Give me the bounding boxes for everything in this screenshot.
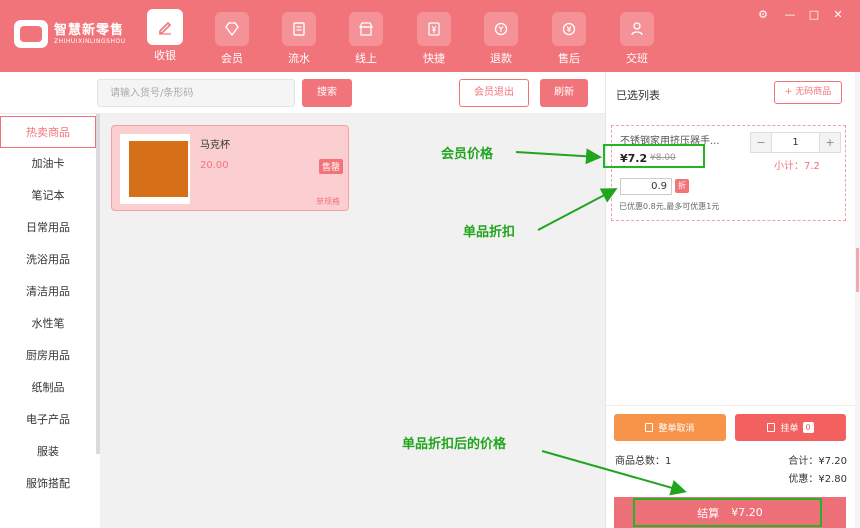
category-item[interactable]: 日常用品	[0, 212, 96, 244]
logo-title: 智慧新零售	[54, 22, 125, 38]
nav-label: 售后	[558, 52, 580, 65]
nav-label: 会员	[221, 52, 243, 65]
nav-label: 收银	[154, 49, 176, 62]
category-item[interactable]: 热卖商品	[0, 116, 96, 148]
discount-note: 已优惠0.8元,最多可优惠1元	[619, 202, 720, 211]
settings-icon[interactable]: ⚙	[755, 8, 771, 21]
search-input[interactable]	[97, 79, 295, 107]
logo-icon	[14, 20, 48, 48]
product-image	[120, 134, 190, 204]
category-sidebar: 热卖商品 加油卡 笔记本 日常用品 洗浴用品 清洁用品 水性笔 厨房用品 纸制品…	[0, 114, 100, 528]
nav-quick[interactable]: 快捷	[414, 12, 454, 68]
category-item[interactable]: 电子产品	[0, 404, 96, 436]
hold-order-button[interactable]: 挂单 0	[735, 414, 846, 441]
total-item-count: 商品总数：1	[615, 456, 672, 467]
nav-shift[interactable]: 交班	[617, 12, 657, 68]
product-name: 马克杯	[200, 140, 230, 151]
nav-member[interactable]: 会员	[212, 12, 252, 68]
checkout-highlight	[633, 498, 822, 527]
decrease-button[interactable]: −	[751, 133, 771, 152]
nav-label: 流水	[288, 52, 310, 65]
cancel-icon	[645, 423, 654, 432]
pencil-icon	[147, 9, 183, 45]
nav-label: 快捷	[423, 52, 445, 65]
store-icon	[349, 12, 383, 46]
app-logo: 智慧新零售 ZHIHUIXINLINGSHOU	[14, 20, 126, 48]
category-item[interactable]: 服装	[0, 436, 96, 468]
refund-icon	[484, 12, 518, 46]
logo-subtitle: ZHIHUIXINLINGSHOU	[54, 37, 126, 45]
hold-order-label: 挂单	[780, 424, 799, 434]
product-card[interactable]: 马克杯 20.00 售罄 单规格	[111, 125, 349, 211]
category-item[interactable]: 加油卡	[0, 148, 96, 180]
nav-label: 退款	[490, 52, 512, 65]
category-item[interactable]: 笔记本	[0, 180, 96, 212]
top-bar: 智慧新零售 ZHIHUIXINLINGSHOU 收银 会员 流水 线上 快捷 退…	[0, 0, 860, 72]
category-item[interactable]: 服饰搭配	[0, 468, 96, 500]
after-sale-icon	[552, 12, 586, 46]
discount-input[interactable]	[620, 178, 672, 195]
quantity-stepper: − 1 +	[750, 132, 841, 153]
quantity-value[interactable]: 1	[771, 133, 820, 152]
hold-count-badge: 0	[802, 422, 814, 433]
cart-title: 已选列表	[616, 89, 660, 102]
nav-flow[interactable]: 流水	[279, 12, 319, 68]
cancel-order-button[interactable]: 整单取消	[614, 414, 726, 441]
category-item[interactable]: 纸制品	[0, 372, 96, 404]
nav-online[interactable]: 线上	[346, 12, 386, 68]
diamond-icon	[215, 12, 249, 46]
nav-label: 线上	[355, 52, 377, 65]
minimize-icon[interactable]: —	[782, 8, 798, 21]
discount-tag: 折	[675, 179, 689, 193]
product-spec: 单规格	[316, 197, 340, 206]
order-discount: 优惠：¥2.80	[788, 474, 847, 485]
cancel-order-label: 整单取消	[658, 424, 695, 434]
category-item[interactable]: 洗浴用品	[0, 244, 96, 276]
page-scrollbar[interactable]	[855, 72, 860, 528]
order-total: 合计：¥7.20	[788, 456, 847, 467]
item-subtotal: 小计：7.2	[774, 161, 820, 172]
receipt-icon	[282, 12, 316, 46]
nav-after-sale[interactable]: 售后	[549, 12, 589, 68]
product-price: 20.00	[200, 160, 229, 171]
shift-icon	[620, 12, 654, 46]
member-logout-button[interactable]: 会员退出	[459, 79, 529, 107]
yen-fast-icon	[417, 12, 451, 46]
refresh-button[interactable]: 刷新	[540, 79, 588, 107]
member-price-annotation: 会员价格	[441, 147, 494, 162]
search-button[interactable]: 搜索	[302, 79, 352, 107]
discounted-price-annotation: 单品折扣后的价格	[402, 437, 507, 452]
category-item[interactable]: 水性笔	[0, 308, 96, 340]
member-price-highlight	[603, 144, 705, 168]
panel-divider	[606, 405, 855, 406]
sold-out-badge: 售罄	[319, 159, 344, 174]
item-discount-annotation: 单品折扣	[463, 225, 516, 240]
category-item[interactable]: 厨房用品	[0, 340, 96, 372]
nav-refund[interactable]: 退款	[481, 12, 521, 68]
no-code-product-button[interactable]: + 无码商品	[774, 81, 842, 104]
close-icon[interactable]: ✕	[830, 8, 846, 21]
nav-cashier[interactable]: 收银	[141, 9, 189, 69]
category-item[interactable]: 清洁用品	[0, 276, 96, 308]
maximize-icon[interactable]: □	[806, 8, 822, 21]
hold-icon	[767, 423, 776, 432]
nav-label: 交班	[626, 52, 648, 65]
increase-button[interactable]: +	[820, 133, 840, 152]
